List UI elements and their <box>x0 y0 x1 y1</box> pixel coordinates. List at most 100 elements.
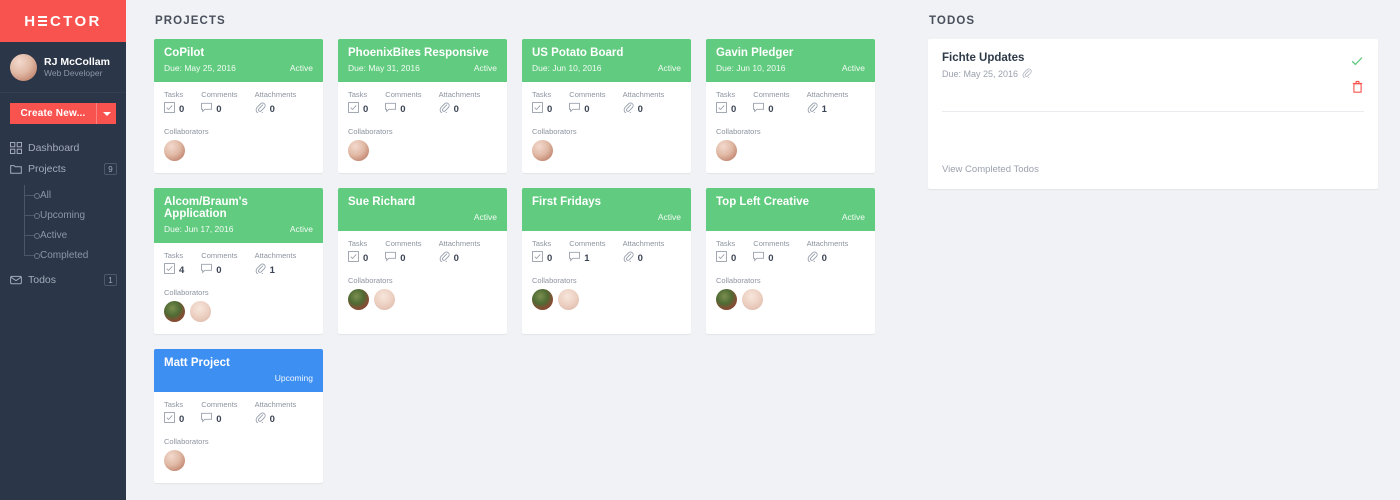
stat-comments: Comments 0 <box>753 239 789 265</box>
project-card-body: Tasks 0 Comments 1 Attachments 0 Collaborators <box>522 231 691 322</box>
sidebar-item-dashboard[interactable]: Dashboard <box>0 137 126 158</box>
avatar[interactable] <box>742 289 763 310</box>
trash-icon[interactable] <box>1351 80 1364 99</box>
stat-value-comments: 1 <box>569 251 605 265</box>
sidebar-item-projects[interactable]: Projects 9 <box>0 158 126 179</box>
attachments-count: 1 <box>269 264 275 276</box>
project-name: First Fridays <box>532 196 602 208</box>
project-meta: Due: Jun 17, 2016 Active <box>164 221 313 234</box>
project-card[interactable]: First Fridays Active Tasks 0 Comments 1 Attach… <box>522 188 691 334</box>
stat-tasks: Tasks 0 <box>348 239 368 265</box>
stat-comments: Comments 0 <box>385 239 421 265</box>
avatar[interactable] <box>558 289 579 310</box>
project-meta: Upcoming <box>164 370 313 383</box>
stat-label-tasks: Tasks <box>532 239 552 248</box>
stat-value-attachments: 0 <box>255 102 297 116</box>
sidebar-item-active[interactable]: Active <box>24 225 126 245</box>
stat-attachments: Attachments 0 <box>439 90 481 116</box>
project-card[interactable]: PhoenixBites Responsive Due: May 31, 2016… <box>338 39 507 173</box>
avatar[interactable] <box>532 140 553 161</box>
project-due-date: Due: Jun 10, 2016 <box>716 63 786 73</box>
project-card[interactable]: US Potato Board Due: Jun 10, 2016 Active Ta… <box>522 39 691 173</box>
project-card[interactable]: Gavin Pledger Due: Jun 10, 2016 Active Task… <box>706 39 875 173</box>
avatar[interactable] <box>164 301 185 322</box>
attachments-count: 1 <box>821 103 827 115</box>
user-name: RJ McCollam <box>44 55 110 68</box>
view-completed-todos-link[interactable]: View Completed Todos <box>942 164 1364 175</box>
avatar[interactable] <box>374 289 395 310</box>
project-name: Alcom/Braum's Application <box>164 196 248 220</box>
todos-section-title: TODOS <box>929 15 976 27</box>
comments-count: 0 <box>768 103 774 115</box>
stat-label-attachments: Attachments <box>438 90 481 99</box>
avatar[interactable] <box>716 289 737 310</box>
create-new-button[interactable]: Create New... <box>10 103 96 124</box>
project-card[interactable]: Matt Project Upcoming Tasks 0 Comments 0 Attac… <box>154 349 323 483</box>
avatar[interactable] <box>164 140 185 161</box>
stat-value-tasks: 0 <box>716 102 736 116</box>
logo-bar: H CTOR <box>0 0 126 42</box>
user-meta: RJ McCollam Web Developer <box>44 56 110 79</box>
sidebar-item-upcoming[interactable]: Upcoming <box>24 205 126 225</box>
sidebar-item-completed[interactable]: Completed <box>24 245 126 265</box>
stat-label-tasks: Tasks <box>348 90 368 99</box>
avatar[interactable] <box>348 140 369 161</box>
avatar[interactable] <box>190 301 211 322</box>
attachments-count: 0 <box>637 103 643 115</box>
sidebar-item-all[interactable]: All <box>24 185 126 205</box>
stat-label-attachments: Attachments <box>622 239 665 248</box>
stat-tasks: Tasks 0 <box>532 239 552 265</box>
create-new-dropdown-button[interactable] <box>96 103 116 124</box>
inbox-icon <box>10 275 22 284</box>
stat-label-tasks: Tasks <box>164 90 184 99</box>
stat-label-tasks: Tasks <box>164 251 184 260</box>
project-card-header: Top Left Creative Active <box>706 188 875 231</box>
project-name: Top Left Creative <box>716 196 810 208</box>
project-card-body: Tasks 0 Comments 0 Attachments 0 Collaborators <box>154 82 323 173</box>
sidebar-item-todos[interactable]: Todos 1 <box>0 269 126 290</box>
tasks-count: 4 <box>179 264 185 276</box>
stat-comments: Comments 0 <box>201 400 237 426</box>
project-meta: Due: May 25, 2016 Active <box>164 60 313 73</box>
paperclip-icon <box>807 102 818 116</box>
comments-count: 0 <box>400 252 406 264</box>
comments-count: 0 <box>216 103 222 115</box>
project-card-header: First Fridays Active <box>522 188 691 231</box>
paperclip-icon <box>439 102 450 116</box>
stat-value-attachments: 0 <box>623 251 665 265</box>
user-profile[interactable]: RJ McCollam Web Developer <box>0 42 126 93</box>
avatar[interactable] <box>348 289 369 310</box>
avatar[interactable] <box>164 450 185 471</box>
stat-label-comments: Comments <box>201 400 238 409</box>
collaborator-list <box>532 289 681 310</box>
chevron-down-icon <box>102 111 111 116</box>
avatar[interactable] <box>532 289 553 310</box>
todo-actions <box>1350 52 1364 99</box>
project-card[interactable]: Top Left Creative Active Tasks 0 Comments 0 At… <box>706 188 875 334</box>
stat-value-tasks: 0 <box>348 102 368 116</box>
project-card[interactable]: CoPilot Due: May 25, 2016 Active Tasks 0 Comm… <box>154 39 323 173</box>
comment-bubble-icon <box>201 412 213 426</box>
collaborator-list <box>164 140 313 161</box>
avatar[interactable] <box>716 140 737 161</box>
project-card[interactable]: Sue Richard Active Tasks 0 Comments 0 Attachme… <box>338 188 507 334</box>
stat-label-comments: Comments <box>569 90 606 99</box>
sidebar: H CTOR RJ McCollam Web Developer Create … <box>0 0 126 500</box>
stat-value-tasks: 0 <box>716 251 736 265</box>
comment-bubble-icon <box>569 251 581 265</box>
checkbox-icon <box>348 102 359 116</box>
app-root: H CTOR RJ McCollam Web Developer Create … <box>0 0 1400 500</box>
stat-value-attachments: 0 <box>623 102 665 116</box>
project-card-body: Tasks 0 Comments 0 Attachments 1 Collaborators <box>706 82 875 173</box>
stat-label-comments: Comments <box>385 239 422 248</box>
comment-bubble-icon <box>753 251 765 265</box>
stat-label-attachments: Attachments <box>622 90 665 99</box>
app-logo[interactable]: H CTOR <box>24 13 102 30</box>
todo-main[interactable]: Fichte Updates Due: May 25, 2016 <box>942 52 1350 80</box>
project-stats: Tasks 0 Comments 0 Attachments 0 <box>532 90 681 116</box>
stat-label-tasks: Tasks <box>532 90 552 99</box>
sidebar-item-label: Dashboard <box>28 141 80 154</box>
project-card[interactable]: Alcom/Braum's Application Due: Jun 17, 20… <box>154 188 323 334</box>
collaborators-label: Collaborators <box>716 276 761 285</box>
check-icon[interactable] <box>1350 54 1364 73</box>
